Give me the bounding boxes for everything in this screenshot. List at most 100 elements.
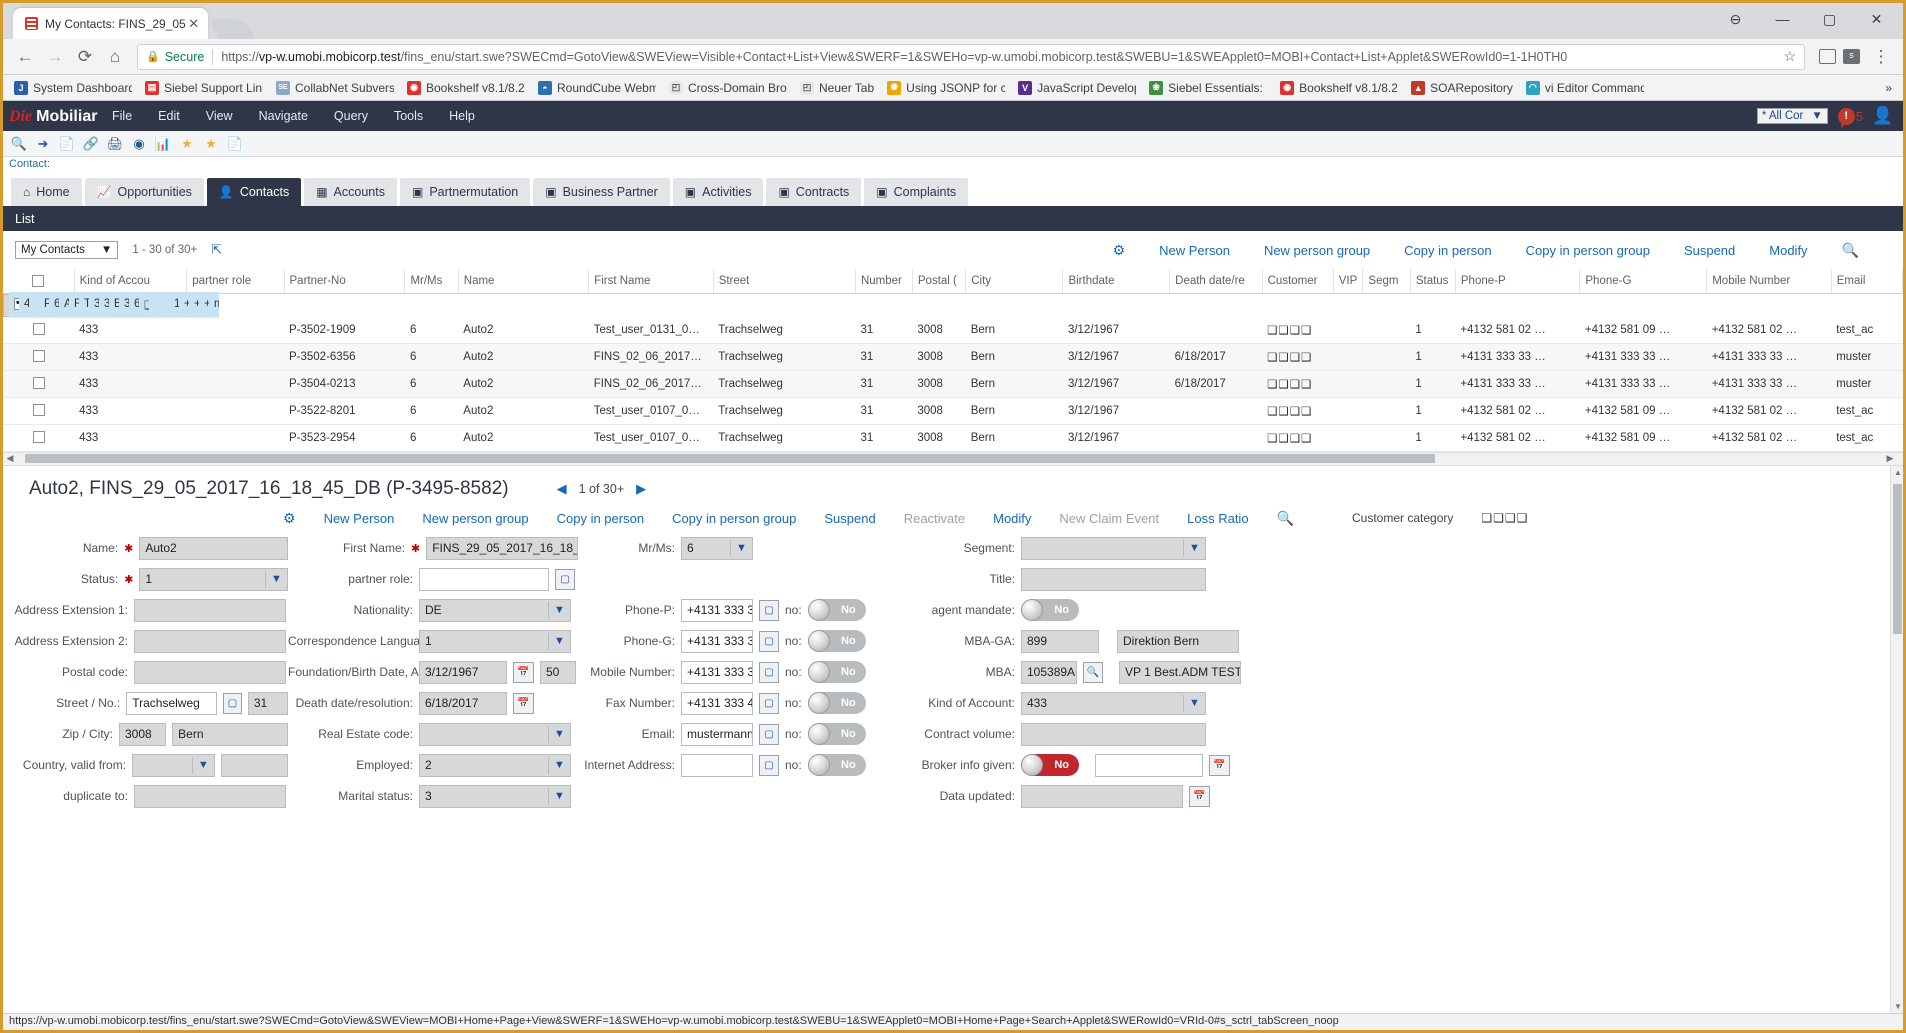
- title-input[interactable]: [1021, 567, 1206, 591]
- duplicate-to-input[interactable]: [134, 784, 286, 808]
- phone-p-toggle[interactable]: No: [807, 599, 866, 621]
- list-horizontal-scrollbar[interactable]: ◀ ▶: [3, 451, 1903, 465]
- cell-name[interactable]: Auto2: [458, 316, 589, 344]
- new-person-group-button[interactable]: New person group: [1264, 243, 1370, 258]
- bookmark-item[interactable]: J System Dashboard -: [9, 79, 137, 97]
- forward-icon[interactable]: →: [41, 43, 69, 71]
- screen-tab-contacts[interactable]: 👤 Contacts: [206, 178, 302, 206]
- screen-tab-home[interactable]: ⌂ Home: [11, 178, 82, 206]
- screen-tab-business-partner[interactable]: ▣ Business Partner: [533, 178, 670, 206]
- cell-partner-no[interactable]: P-3522-8201: [284, 397, 405, 425]
- scroll-right-icon[interactable]: ▶: [1883, 453, 1897, 464]
- col-first-name[interactable]: First Name: [588, 269, 714, 294]
- add-favorite-icon[interactable]: ★: [201, 134, 221, 154]
- partner-role-input[interactable]: [419, 567, 549, 591]
- row-checkbox-cell[interactable]: [3, 316, 75, 344]
- search-icon[interactable]: 🔍: [9, 134, 29, 154]
- new-tab-button[interactable]: [209, 19, 254, 39]
- cell-name[interactable]: Auto2: [458, 343, 589, 371]
- screen-tab-contracts[interactable]: ▣ Contracts: [766, 178, 862, 206]
- mba-ga-input[interactable]: 899: [1021, 629, 1099, 653]
- employed-select[interactable]: 2 ▼: [419, 753, 571, 777]
- cell-partner-no[interactable]: P-3523-2954: [284, 424, 405, 452]
- broker-info-toggle[interactable]: No: [1021, 754, 1079, 776]
- calendar-icon[interactable]: 📅: [1209, 754, 1230, 776]
- correspondence-language-select[interactable]: 1 ▼: [419, 629, 571, 653]
- print-icon[interactable]: 🖨: [105, 134, 125, 154]
- col-name[interactable]: Name: [458, 269, 590, 294]
- contract-volume-input[interactable]: [1021, 722, 1206, 746]
- screen-tab-accounts[interactable]: ▦ Accounts: [304, 178, 397, 206]
- row-checkbox[interactable]: [32, 350, 45, 363]
- loss-ratio-button[interactable]: Loss Ratio: [1187, 511, 1248, 526]
- broker-info-date-input[interactable]: [1095, 753, 1203, 777]
- table-row[interactable]: 433 P-3502-6356 6 Auto2 FINS_02_06_2017……: [3, 343, 1903, 371]
- segment-select[interactable]: ▼: [1021, 536, 1206, 560]
- screen-tab-complaints[interactable]: ▣ Complaints: [864, 178, 969, 206]
- bookmarks-overflow-button[interactable]: »: [1880, 79, 1897, 97]
- bookmark-item[interactable]: V JavaScript Developer: [1013, 79, 1141, 97]
- data-updated-input[interactable]: [1021, 784, 1183, 808]
- new-person-button[interactable]: New Person: [1159, 243, 1230, 258]
- menu-query[interactable]: Query: [321, 101, 381, 131]
- row-checkbox[interactable]: [32, 431, 45, 444]
- next-record-icon[interactable]: ▶: [636, 481, 646, 497]
- bookmark-item[interactable]: ◓ RoundCube Webmail: [533, 79, 661, 97]
- calendar-icon[interactable]: 📅: [513, 692, 534, 714]
- notifications-badge[interactable]: ! 5: [1837, 107, 1863, 128]
- cell-partner-no[interactable]: P-3504-0213: [284, 370, 405, 398]
- modify-button[interactable]: Modify: [993, 511, 1031, 526]
- bookmark-item[interactable]: ◰ Neuer Tab: [795, 79, 879, 97]
- kind-of-account-select[interactable]: 433 ▼: [1021, 691, 1206, 715]
- report-icon[interactable]: ◉: [129, 134, 149, 154]
- col-mr-ms[interactable]: Mr/Ms: [404, 269, 459, 294]
- search-icon[interactable]: 🔍: [1842, 242, 1859, 259]
- favorite-icon[interactable]: ★: [177, 134, 197, 154]
- browser-tab[interactable]: My Contacts: FINS_29_05 ✕: [13, 8, 208, 39]
- goto-icon[interactable]: ➜: [33, 134, 53, 154]
- menu-help[interactable]: Help: [436, 101, 488, 131]
- col-segm[interactable]: Segm: [1362, 269, 1411, 294]
- nationality-select[interactable]: DE ▼: [419, 598, 571, 622]
- street-input[interactable]: Trachselweg: [126, 691, 217, 715]
- suspend-button[interactable]: Suspend: [1684, 243, 1735, 258]
- phone-p-input[interactable]: +4131 333 33: [681, 598, 753, 622]
- copy-in-person-button[interactable]: Copy in person: [1404, 243, 1491, 258]
- col-postal[interactable]: Postal (: [912, 269, 967, 294]
- first-name-input[interactable]: FINS_29_05_2017_16_18_45_DB: [426, 536, 579, 560]
- street-picker-icon[interactable]: ▢: [222, 692, 242, 714]
- zip-input[interactable]: 3008: [118, 722, 167, 746]
- settings-gear-icon[interactable]: ⚙: [283, 510, 296, 527]
- copy-in-person-button[interactable]: Copy in person: [557, 511, 644, 526]
- screen-tab-opportunities[interactable]: 📈 Opportunities: [84, 178, 204, 206]
- menu-edit[interactable]: Edit: [145, 101, 193, 131]
- scroll-up-icon[interactable]: ▲: [1894, 468, 1902, 477]
- screen-tab-partnermutation[interactable]: ▣ Partnermutation: [399, 178, 531, 206]
- table-row[interactable]: 433 P-3504-0213 6 Auto2 FINS_02_06_2017……: [3, 370, 1903, 398]
- expand-icon[interactable]: ⇱: [211, 242, 222, 258]
- col-vip[interactable]: VIP: [1333, 269, 1364, 294]
- row-checkbox-cell[interactable]: [3, 370, 75, 398]
- mobile-number-input[interactable]: +4131 333 33: [681, 660, 753, 684]
- settings-gear-icon[interactable]: ⚙: [1113, 242, 1126, 259]
- menu-tools[interactable]: Tools: [381, 101, 436, 131]
- reload-icon[interactable]: ⟳: [71, 43, 99, 71]
- view-tab-list[interactable]: List: [15, 212, 34, 226]
- app-vertical-scrollbar[interactable]: ▲ ▼: [1890, 465, 1903, 1013]
- scroll-left-icon[interactable]: ◀: [3, 453, 17, 464]
- country-select[interactable]: ▼: [132, 753, 215, 777]
- bookmark-item[interactable]: ▤ Siebel Support Links: [140, 79, 268, 97]
- phone-p-picker-icon[interactable]: ▢: [759, 599, 779, 621]
- birth-date-input[interactable]: 3/12/1967: [419, 660, 507, 684]
- mba-input[interactable]: 105389A: [1021, 660, 1077, 684]
- email-toggle[interactable]: No: [807, 723, 866, 745]
- address-extension-2-input[interactable]: [134, 629, 286, 653]
- fax-number-picker-icon[interactable]: ▢: [759, 692, 779, 714]
- select-all-checkbox[interactable]: [32, 274, 45, 287]
- minimize-button[interactable]: —: [1760, 5, 1805, 33]
- phone-g-toggle[interactable]: No: [807, 630, 866, 652]
- menu-view[interactable]: View: [193, 101, 246, 131]
- table-row[interactable]: 433 P-3495-8582 6 Auto2 FINS_29_05_2017……: [3, 292, 219, 318]
- cell-partner-no[interactable]: P-3495-8582: [39, 292, 49, 318]
- internet-address-input[interactable]: [681, 753, 753, 777]
